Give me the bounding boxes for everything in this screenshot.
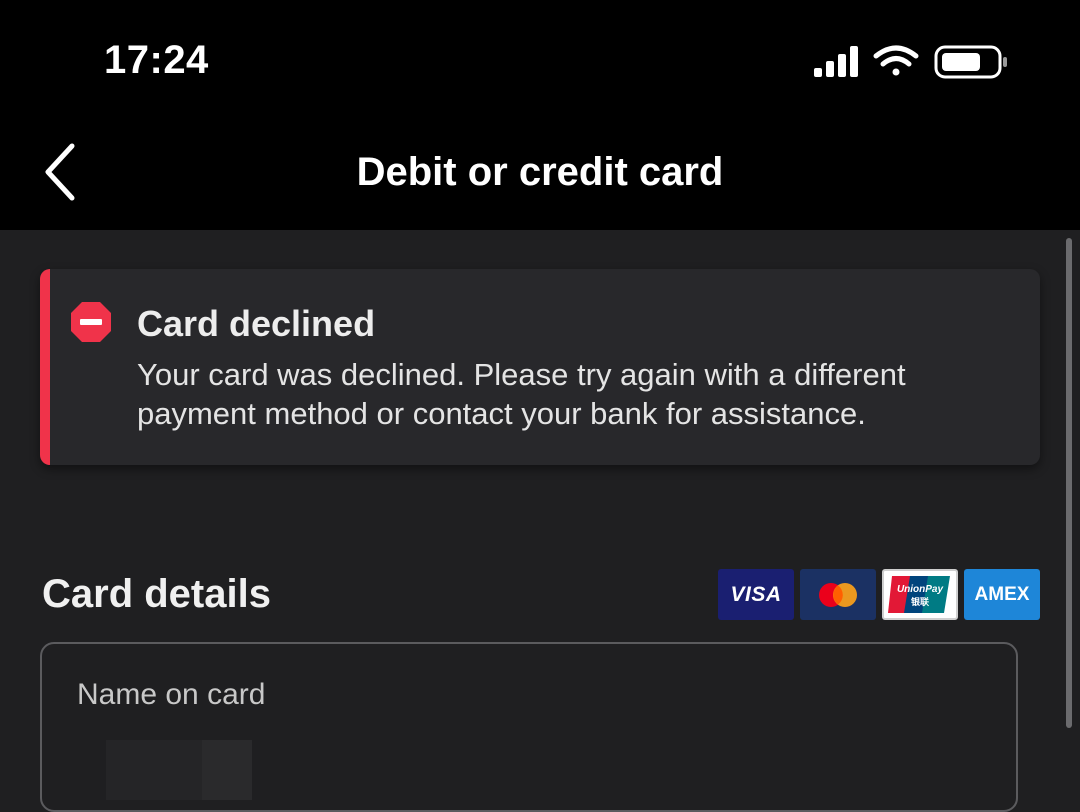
stop-sign-icon: [71, 302, 111, 342]
redacted-text-block: [106, 740, 202, 800]
status-icons: [814, 45, 1007, 79]
unionpay-label: UnionPay: [897, 584, 944, 595]
status-time: 17:24: [104, 38, 209, 82]
accepted-cards: VISA UnionPay 银联 AMEX: [718, 569, 1040, 620]
unionpay-sublabel: 银联: [911, 596, 930, 608]
card-details-heading: Card details: [42, 572, 271, 616]
amex-logo: AMEX: [964, 569, 1040, 620]
scrollbar[interactable]: [1066, 238, 1072, 728]
navigation-bar: Debit or credit card: [0, 122, 1080, 230]
battery-icon: [934, 45, 1007, 79]
card-declined-alert: Card declined Your card was declined. Pl…: [40, 269, 1040, 465]
mastercard-logo: [800, 569, 876, 620]
redacted-text-block: [202, 740, 252, 800]
name-on-card-label: Name on card: [77, 678, 266, 711]
page-title: Debit or credit card: [356, 150, 724, 194]
cellular-signal-icon: [814, 46, 858, 77]
status-bar: 17:24: [0, 0, 1080, 122]
unionpay-logo: UnionPay 银联: [882, 569, 958, 620]
alert-accent-bar: [40, 269, 50, 465]
alert-message: Your card was declined. Please try again…: [137, 357, 906, 431]
name-on-card-field[interactable]: Name on card: [40, 642, 1018, 812]
wifi-icon: [873, 45, 919, 76]
unionpay-mark: UnionPay 银联: [888, 576, 950, 613]
alert-title: Card declined: [137, 303, 376, 344]
main-content: Card declined Your card was declined. Pl…: [0, 230, 1080, 812]
visa-logo: VISA: [718, 569, 794, 620]
mastercard-circles-icon: [819, 582, 857, 607]
